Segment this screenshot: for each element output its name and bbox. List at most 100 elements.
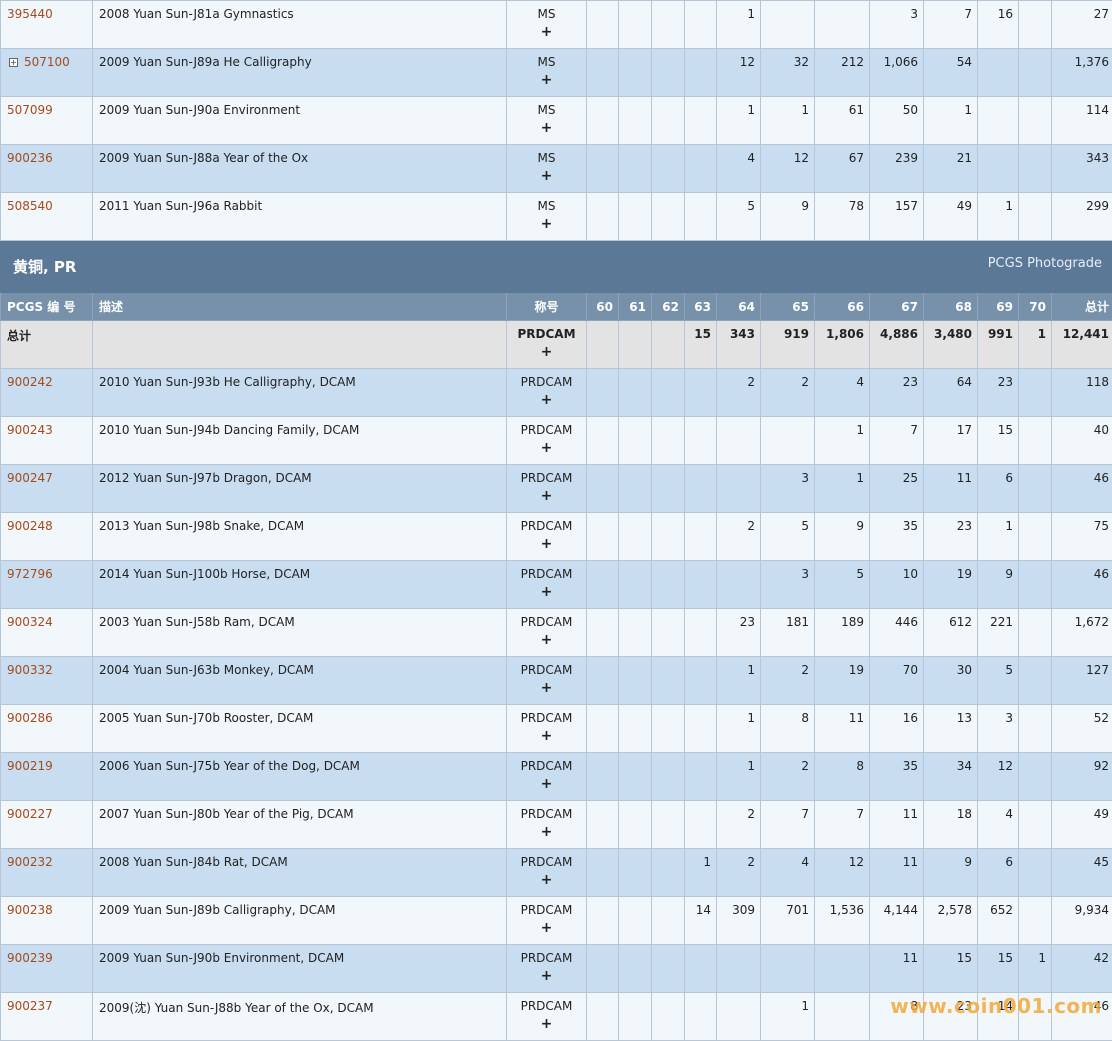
pcgs-number-link[interactable]: 508540 [7,199,53,213]
grade-count-cell [685,465,717,513]
pcgs-number-cell: 900332 [1,657,93,705]
grade-count-cell: 4,144 [870,897,924,945]
section-title: 黄铜, PR [13,258,76,276]
plus-icon[interactable]: + [507,121,586,135]
grade-count-cell: 6 [978,849,1019,897]
grade-count-cell: 15 [685,321,717,369]
table-row: 9003242003 Yuan Sun-J58b Ram, DCAMPRDCAM… [1,609,1112,657]
plus-icon[interactable]: + [507,73,586,87]
column-header-grade[interactable]: 62 [652,293,685,321]
plus-icon[interactable]: + [507,1017,586,1031]
column-header-grade[interactable]: 60 [587,293,619,321]
designation-label: PRDCAM [521,759,573,773]
table-row: 9002322008 Yuan Sun-J84b Rat, DCAMPRDCAM… [1,849,1112,897]
column-header-grade[interactable]: 65 [761,293,815,321]
photograde-link[interactable]: PCGS Photograde [988,256,1102,271]
row-total-cell: 46 [1052,465,1112,513]
coin-description: 2007 Yuan Sun-J80b Year of the Pig, DCAM [93,801,507,849]
column-header-pcgs[interactable]: PCGS 编 号 [1,293,93,321]
pcgs-number-link[interactable]: 900248 [7,519,53,533]
column-header-grade[interactable]: 68 [924,293,978,321]
column-header-grade[interactable]: 66 [815,293,870,321]
plus-icon[interactable]: + [507,169,586,183]
pcgs-number-link[interactable]: 900247 [7,471,53,485]
grade-count-cell: 5 [815,561,870,609]
coin-description: 2009 Yuan Sun-J89b Calligraphy, DCAM [93,897,507,945]
column-header-grade[interactable]: 61 [619,293,652,321]
pcgs-number-link[interactable]: 900286 [7,711,53,725]
column-header-grade[interactable]: 67 [870,293,924,321]
pcgs-number-link[interactable]: 900238 [7,903,53,917]
column-header-grade[interactable]: 70 [1019,293,1052,321]
grade-count-cell [587,321,619,369]
grade-count-cell: 7 [924,1,978,49]
row-total-cell: 92 [1052,753,1112,801]
grade-count-cell [685,993,717,1041]
plus-icon[interactable]: + [507,921,586,935]
row-total-cell: 12,441 [1052,321,1112,369]
grade-count-cell: 239 [870,145,924,193]
grade-count-cell [685,49,717,97]
column-header-description[interactable]: 描述 [93,293,507,321]
grade-count-cell [978,49,1019,97]
pcgs-number-link[interactable]: 507099 [7,103,53,117]
pcgs-number-link[interactable]: 900332 [7,663,53,677]
grade-count-cell: 221 [978,609,1019,657]
plus-icon[interactable]: + [507,393,586,407]
column-header-grade[interactable]: 69 [978,293,1019,321]
pcgs-number-link[interactable]: 900219 [7,759,53,773]
pcgs-number-link[interactable]: 900324 [7,615,53,629]
plus-icon[interactable]: + [507,537,586,551]
grade-count-cell [619,705,652,753]
grade-count-cell [619,993,652,1041]
plus-icon[interactable]: + [507,825,586,839]
pcgs-number-link[interactable]: 900243 [7,423,53,437]
plus-icon[interactable]: + [507,217,586,231]
table-row: 9002432010 Yuan Sun-J94b Dancing Family,… [1,417,1112,465]
pcgs-number-cell: 972796 [1,561,93,609]
table-row: 9727962014 Yuan Sun-J100b Horse, DCAMPRD… [1,561,1112,609]
grade-count-cell: 12 [978,753,1019,801]
column-header-grade[interactable]: 64 [717,293,761,321]
grade-count-cell: 2 [717,369,761,417]
grade-count-cell [587,849,619,897]
pcgs-number-link[interactable]: 395440 [7,7,53,21]
plus-icon[interactable]: + [507,633,586,647]
column-header-total[interactable]: 总计 [1052,293,1112,321]
expand-icon[interactable]: + [9,58,18,67]
coin-description [93,321,507,369]
pcgs-number-link[interactable]: 507100 [24,55,70,69]
pcgs-number-link[interactable]: 900227 [7,807,53,821]
grade-count-cell: 652 [978,897,1019,945]
plus-icon[interactable]: + [507,25,586,39]
coin-description: 2009 Yuan Sun-J88a Year of the Ox [93,145,507,193]
grade-count-cell [619,849,652,897]
grade-count-cell: 212 [815,49,870,97]
grade-count-cell: 7 [870,417,924,465]
plus-icon[interactable]: + [507,489,586,503]
pcgs-number-link[interactable]: 972796 [7,567,53,581]
grade-count-cell: 49 [924,193,978,241]
plus-icon[interactable]: + [507,585,586,599]
pcgs-number-link[interactable]: 900232 [7,855,53,869]
coin-description: 2009 Yuan Sun-J89a He Calligraphy [93,49,507,97]
designation-cell: PRDCAM + [507,753,587,801]
plus-icon[interactable]: + [507,345,586,359]
grade-count-cell [652,657,685,705]
plus-icon[interactable]: + [507,777,586,791]
grade-count-cell: 10 [870,561,924,609]
grade-count-cell [652,1,685,49]
plus-icon[interactable]: + [507,441,586,455]
pcgs-number-link[interactable]: 900236 [7,151,53,165]
designation-label: PRDCAM [521,615,573,629]
plus-icon[interactable]: + [507,729,586,743]
column-header-designation[interactable]: 称号 [507,293,587,321]
pcgs-number-link[interactable]: 900242 [7,375,53,389]
plus-icon[interactable]: + [507,681,586,695]
grade-count-cell [717,561,761,609]
plus-icon[interactable]: + [507,969,586,983]
pcgs-number-link[interactable]: 900239 [7,951,53,965]
column-header-grade[interactable]: 63 [685,293,717,321]
pcgs-number-link[interactable]: 900237 [7,999,53,1013]
plus-icon[interactable]: + [507,873,586,887]
